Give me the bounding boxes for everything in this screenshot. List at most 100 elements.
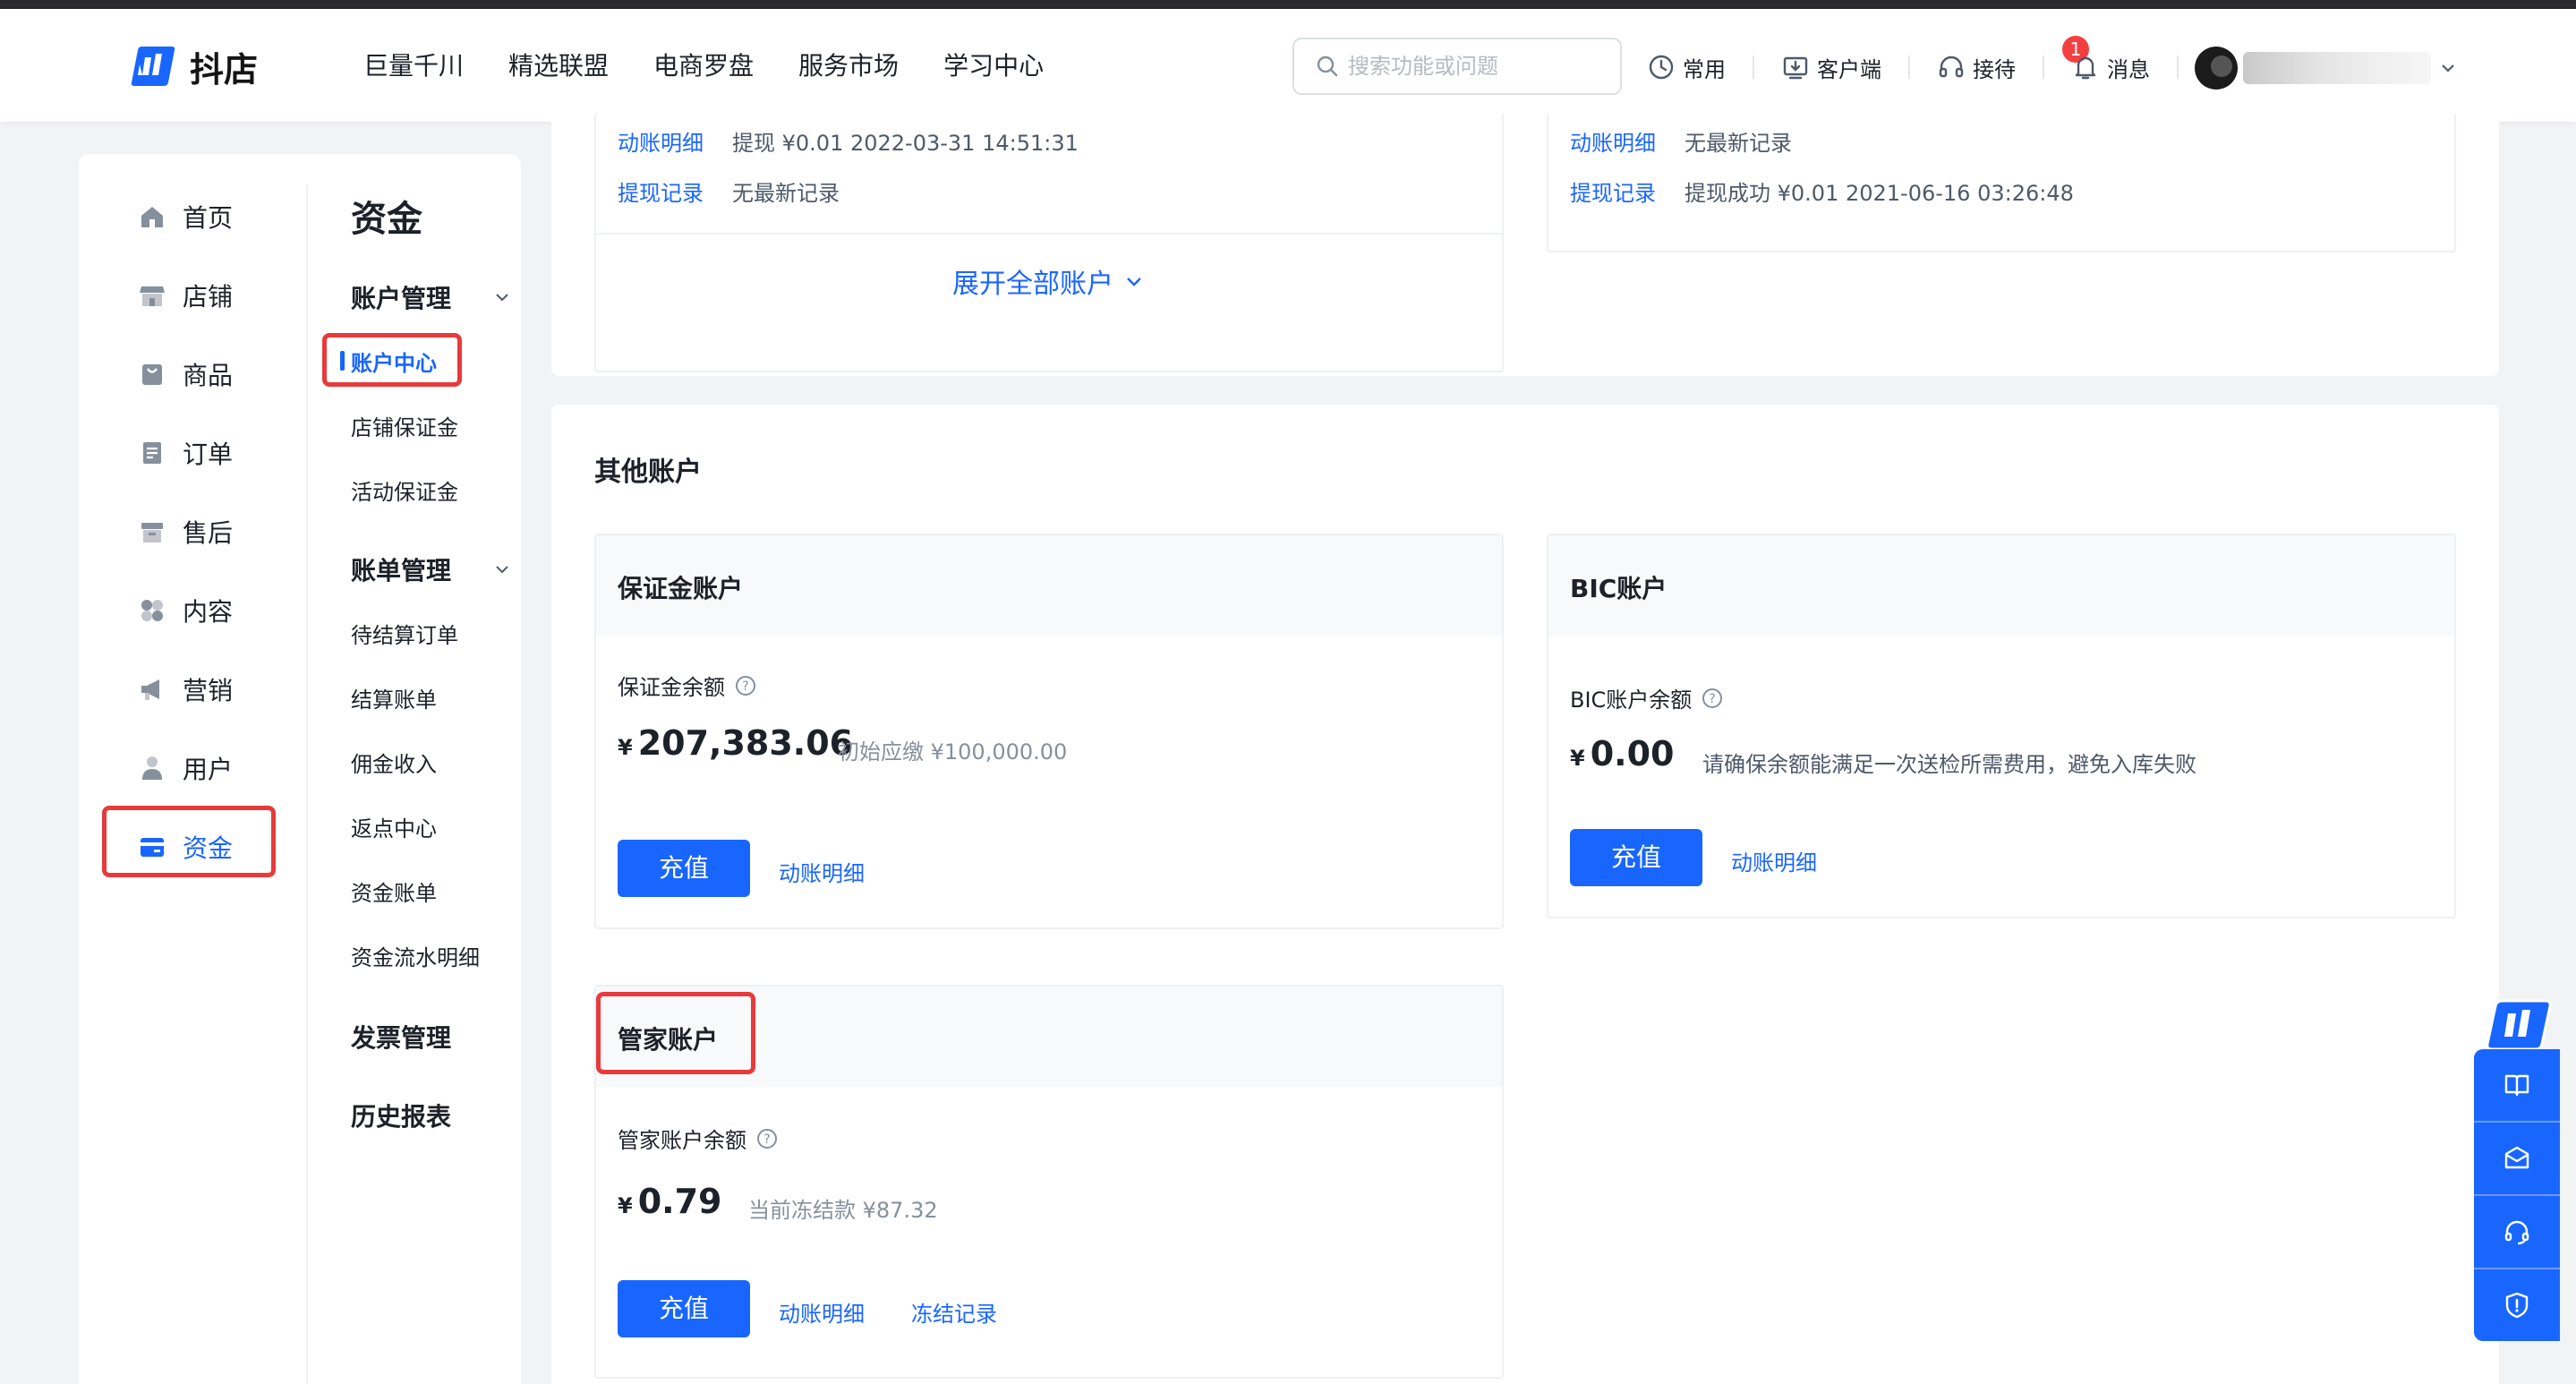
- mail-button[interactable]: [2474, 1123, 2560, 1194]
- balance-amount: ¥ 0.00: [1570, 734, 1674, 773]
- sidebar-item-users[interactable]: 用户: [138, 747, 233, 790]
- main-account-card-left: 动账明细 提现 ¥0.01 2022-03-31 14:51:31 提现记录 无…: [594, 113, 1504, 372]
- expand-label: 展开全部账户: [952, 269, 1113, 300]
- top-border: [0, 0, 2576, 9]
- mail-icon: [2504, 1146, 2529, 1169]
- client-label: 客户端: [1817, 56, 1881, 82]
- freeze-record-link[interactable]: 冻结记录: [911, 1296, 997, 1328]
- sidebar-item-label: 内容: [183, 597, 234, 627]
- currency-symbol: ¥: [1570, 746, 1585, 771]
- sidebar-item-store[interactable]: 店铺: [138, 274, 233, 317]
- card-title: 管家账户: [618, 1025, 719, 1055]
- steward-account-card: 管家账户 管家账户余额 ? ¥ 0.79 当前冻结款 ¥87.32 充值 动账明…: [594, 985, 1504, 1379]
- detail-text: 无最新记录: [1685, 131, 1792, 156]
- download-icon: [1783, 56, 1808, 80]
- brand-logo[interactable]: 抖店: [129, 41, 258, 91]
- subnav-item-pending-orders[interactable]: 待结算订单: [351, 618, 458, 649]
- group-label: 账单管理: [351, 556, 452, 585]
- help-icon[interactable]: ?: [755, 1127, 779, 1150]
- balance-label: 保证金余额 ?: [618, 670, 757, 701]
- search-input[interactable]: [1348, 54, 1608, 79]
- amount-value: 0.79: [637, 1182, 722, 1221]
- chevron-down-icon: [496, 294, 508, 302]
- recharge-button[interactable]: 充值: [618, 1280, 750, 1337]
- nav-juliang-qianchuan[interactable]: 巨量千川: [363, 48, 464, 84]
- help-icon[interactable]: ?: [1701, 687, 1724, 710]
- messages-button[interactable]: 消息: [2071, 52, 2150, 83]
- divider: [2043, 56, 2044, 79]
- common-label: 常用: [1683, 56, 1726, 82]
- expand-all-accounts-button[interactable]: 展开全部账户: [596, 261, 1502, 301]
- clock-icon: [1649, 55, 1674, 80]
- user-menu[interactable]: [2195, 47, 2458, 90]
- subnav-item-activity-deposit[interactable]: 活动保证金: [351, 474, 458, 506]
- subnav-item-rebate-center[interactable]: 返点中心: [351, 811, 437, 842]
- subnav-item-fund-flow[interactable]: 资金流水明细: [351, 940, 480, 971]
- withdraw-link[interactable]: 提现记录: [618, 175, 704, 207]
- sidebar-item-content[interactable]: 内容: [138, 589, 233, 632]
- common-button[interactable]: 常用: [1647, 52, 1726, 83]
- sidebar-item-label: 商品: [183, 361, 234, 390]
- help-icon[interactable]: ?: [734, 674, 757, 697]
- nav-jingxuan-lianmeng[interactable]: 精选联盟: [508, 48, 609, 84]
- sidebar-item-label: 首页: [183, 203, 234, 233]
- security-button[interactable]: [2474, 1269, 2560, 1341]
- detail-link[interactable]: 动账明细: [779, 1296, 865, 1328]
- top-header: 抖店 巨量千川 精选联盟 电商罗盘 服务市场 学习中心 常用 客户端: [0, 9, 2576, 122]
- sidebar-item-products[interactable]: 商品: [138, 353, 233, 396]
- sidebar-item-after-sales[interactable]: 售后: [138, 510, 233, 553]
- subnav-item-fund-bill[interactable]: 资金账单: [351, 876, 437, 907]
- nav-learning-center[interactable]: 学习中心: [943, 48, 1044, 84]
- order-icon: [143, 442, 161, 464]
- balance-amount: ¥ 207,383.06: [618, 723, 853, 763]
- frozen-amount-note: 当前冻结款 ¥87.32: [748, 1198, 938, 1223]
- sidebar-item-marketing[interactable]: 营销: [138, 668, 233, 711]
- amount-value: 0.00: [1590, 734, 1675, 773]
- doudian-float-logo-icon[interactable]: [2485, 994, 2555, 1055]
- detail-link[interactable]: 动账明细: [779, 856, 865, 887]
- withdraw-link[interactable]: 提现记录: [1570, 175, 1656, 207]
- top-nav: 巨量千川 精选联盟 电商罗盘 服务市场 学习中心: [363, 48, 1088, 84]
- nav-dianshang-luopan[interactable]: 电商罗盘: [653, 48, 754, 84]
- box-icon: [141, 523, 163, 542]
- subnav-item-settlement-bill[interactable]: 结算账单: [351, 682, 437, 713]
- sidebar-item-home[interactable]: 首页: [138, 195, 233, 238]
- nav-service-market[interactable]: 服务市场: [798, 48, 899, 84]
- svg-text:?: ?: [1710, 692, 1716, 706]
- detail-link[interactable]: 动账明细: [1731, 845, 1817, 876]
- detail-link[interactable]: 动账明细: [618, 125, 704, 157]
- card-title: 保证金账户: [618, 574, 744, 603]
- subnav-group-invoice[interactable]: 发票管理: [351, 1019, 512, 1055]
- recharge-button[interactable]: 充值: [1570, 829, 1702, 886]
- chevron-down-icon: [2442, 64, 2454, 73]
- card-header: [1548, 535, 2454, 636]
- reception-button[interactable]: 接待 1: [1937, 35, 2089, 83]
- store-icon: [140, 286, 165, 306]
- subnav-group-account[interactable]: 账户管理: [351, 279, 512, 315]
- detail-link[interactable]: 动账明细: [1570, 125, 1656, 157]
- avatar: [2195, 47, 2238, 90]
- detail-text: 提现 ¥0.01 2022-03-31 14:51:31: [732, 131, 1079, 156]
- customer-service-button[interactable]: [2474, 1196, 2560, 1268]
- recharge-button[interactable]: 充值: [618, 840, 750, 897]
- group-label: 历史报表: [351, 1102, 452, 1132]
- client-button[interactable]: 客户端: [1781, 52, 1881, 83]
- balance-label: 管家账户余额 ?: [618, 1123, 779, 1154]
- balance-label: BIC账户余额 ?: [1570, 682, 1724, 713]
- sidebar-item-funds[interactable]: 资金: [138, 825, 233, 868]
- megaphone-icon: [141, 679, 159, 700]
- subnav-item-commission[interactable]: 佣金收入: [351, 747, 437, 778]
- other-accounts-panel: 其他账户 保证金账户 保证金余额 ? ¥ 207,383.06 初始应缴 ¥10…: [551, 405, 2499, 1384]
- subnav-item-account-center[interactable]: 账户中心: [340, 346, 437, 377]
- sidebar-item-label: 订单: [183, 440, 234, 469]
- sidebar-item-orders[interactable]: 订单: [138, 431, 233, 474]
- main-account-card-right: 动账明细 无最新记录 提现记录 提现成功 ¥0.01 2021-06-16 03…: [1547, 113, 2456, 252]
- bic-account-card: BIC账户 BIC账户余额 ? ¥ 0.00 请确保余额能满足一次送检所需费用，…: [1547, 534, 2456, 918]
- search-box[interactable]: [1292, 38, 1622, 95]
- content-icon: [141, 600, 163, 621]
- subnav-group-bill[interactable]: 账单管理: [351, 551, 512, 587]
- subnav-item-store-deposit[interactable]: 店铺保证金: [351, 410, 458, 441]
- guide-button[interactable]: [2474, 1049, 2560, 1121]
- balance-label-text: BIC账户余额: [1570, 688, 1693, 713]
- subnav-group-history[interactable]: 历史报表: [351, 1098, 512, 1133]
